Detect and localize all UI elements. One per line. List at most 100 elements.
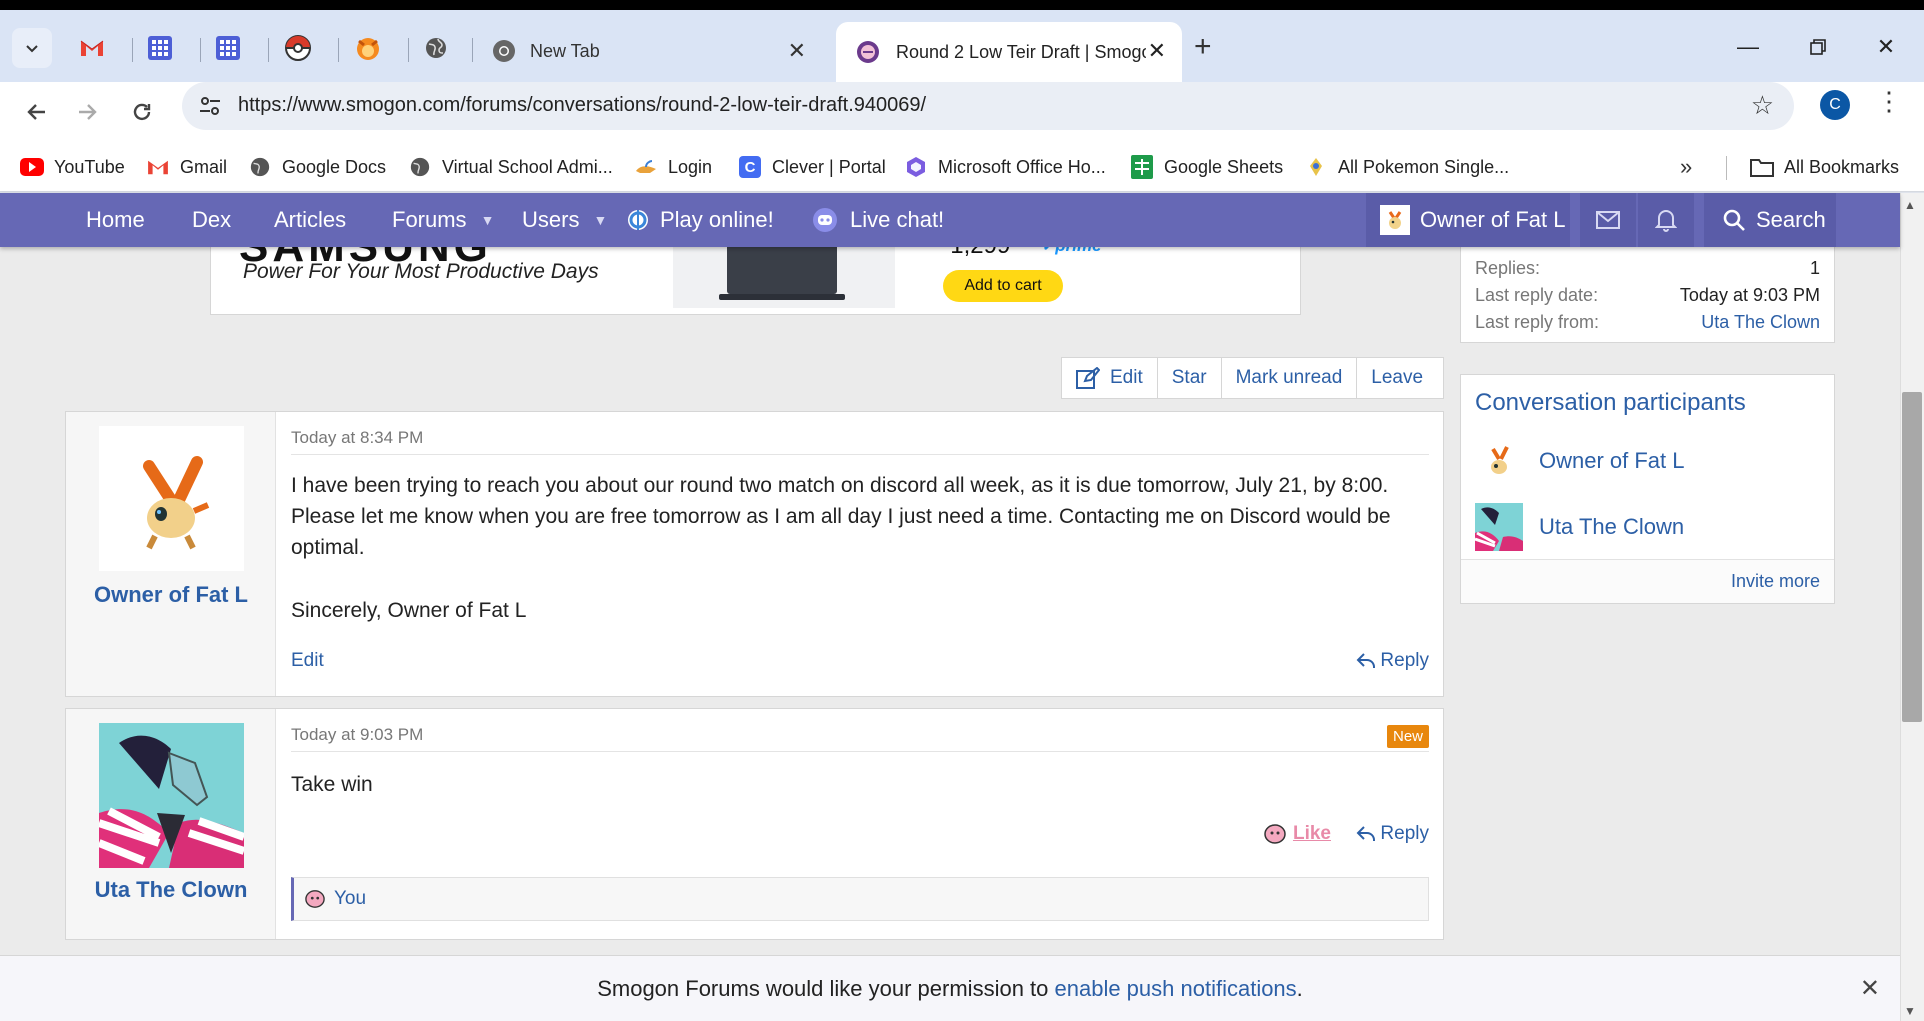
nav-users[interactable]: Users ▼ (522, 193, 607, 247)
nav-articles[interactable]: Articles (274, 193, 346, 247)
minimize-icon[interactable]: — (1728, 32, 1768, 62)
globe-icon (408, 155, 432, 179)
pokeball-icon (285, 35, 311, 61)
bookmark-virtual-school[interactable]: Virtual School Admi... (408, 150, 613, 184)
tab-separator (408, 38, 409, 62)
close-icon[interactable]: ✕ (1860, 974, 1880, 1003)
bookmark-all-bookmarks[interactable]: All Bookmarks (1750, 150, 1899, 184)
message-author[interactable]: Owner of Fat L (66, 582, 276, 608)
tab-separator (338, 38, 339, 62)
bookmark-login[interactable]: Login (634, 150, 712, 184)
participant-item[interactable]: Uta The Clown (1475, 503, 1684, 551)
like-reaction-icon (1264, 824, 1286, 844)
nav-alerts[interactable] (1638, 193, 1694, 247)
reactions-bar[interactable]: You (291, 877, 1429, 921)
restore-icon[interactable] (1798, 32, 1838, 62)
nav-home[interactable]: Home (86, 193, 145, 247)
star-button[interactable]: Star (1158, 358, 1222, 398)
message-date[interactable]: Today at 9:03 PM (291, 725, 423, 745)
edit-message-link[interactable]: Edit (291, 650, 324, 672)
add-to-cart-button[interactable]: Add to cart (943, 270, 1063, 302)
bookmark-label: All Pokemon Single... (1338, 156, 1510, 177)
scroll-up-icon[interactable]: ▲ (1904, 198, 1916, 212)
tab-fox[interactable] (350, 30, 386, 66)
bookmark-google-sheets[interactable]: Google Sheets (1130, 150, 1283, 184)
new-tab-plus-icon[interactable]: + (1194, 32, 1212, 62)
avatar[interactable] (99, 723, 244, 868)
scrollbar-thumb[interactable] (1902, 392, 1922, 722)
profile-avatar[interactable]: C (1820, 90, 1850, 120)
enable-push-link[interactable]: enable push notifications (1055, 976, 1297, 1002)
avatar[interactable] (99, 426, 244, 571)
tab-grid-app[interactable] (142, 30, 178, 66)
info-value[interactable]: Today at 9:03 PM (1680, 285, 1820, 306)
tab-gmail[interactable] (74, 30, 110, 66)
close-tab-icon[interactable]: ✕ (1148, 38, 1166, 64)
nav-live-chat[interactable]: Live chat! (812, 193, 944, 247)
close-tab-icon[interactable]: ✕ (788, 38, 806, 64)
nav-forums[interactable]: Forums ▼ (392, 193, 494, 247)
edit-icon (1076, 367, 1100, 389)
nav-user-account[interactable]: Owner of Fat L (1366, 193, 1570, 247)
message-date[interactable]: Today at 8:34 PM (291, 428, 423, 448)
user-avatar (1380, 205, 1410, 235)
caret-down-icon[interactable]: ▼ (481, 212, 495, 228)
bookmark-clever[interactable]: C Clever | Portal (738, 150, 886, 184)
info-value[interactable]: Uta The Clown (1701, 312, 1820, 333)
tab-active-conversation[interactable]: Round 2 Low Teir Draft | Smogon ✕ (836, 22, 1182, 82)
forward-arrow-icon[interactable] (68, 92, 108, 132)
office-icon (904, 155, 928, 179)
scroll-down-icon[interactable]: ▼ (1904, 1004, 1916, 1018)
nav-forums-label: Forums (392, 207, 467, 232)
message-user-column: Uta The Clown (66, 709, 276, 939)
nav-inbox[interactable] (1580, 193, 1636, 247)
edit-conversation-button[interactable]: Edit (1062, 358, 1158, 398)
clever-icon: C (738, 155, 762, 179)
nav-search[interactable]: Search (1704, 193, 1836, 247)
bookmark-label: Google Docs (282, 156, 387, 177)
chevron-double-right-icon[interactable]: » (1680, 154, 1692, 180)
reply-label: Reply (1380, 650, 1429, 671)
tab-search-button[interactable] (12, 28, 52, 68)
close-window-icon[interactable]: ✕ (1866, 32, 1906, 62)
invite-more-link[interactable]: Invite more (1461, 559, 1834, 603)
bookmark-youtube[interactable]: YouTube (20, 150, 125, 184)
bookmark-label: Clever | Portal (772, 156, 886, 177)
reply-button[interactable]: Reply (1356, 650, 1429, 672)
browser-toolbar: https://www.smogon.com/forums/conversati… (0, 82, 1924, 142)
bookmark-label: Virtual School Admi... (442, 156, 613, 177)
youtube-icon (20, 155, 44, 179)
nav-dex[interactable]: Dex (192, 193, 231, 247)
back-arrow-icon[interactable] (16, 92, 56, 132)
menu-kebab-icon[interactable]: ⋮ (1876, 86, 1902, 117)
like-button[interactable]: Like (1263, 823, 1331, 845)
bookmark-label: All Bookmarks (1784, 156, 1900, 177)
bookmarks-separator (1726, 156, 1727, 180)
leave-button[interactable]: Leave (1357, 358, 1437, 398)
site-settings-icon[interactable] (196, 92, 224, 120)
bookmark-all-pokemon[interactable]: All Pokemon Single... (1304, 150, 1509, 184)
invite-more-label: Invite more (1730, 571, 1820, 591)
bookmark-star-icon[interactable]: ☆ (1751, 90, 1774, 121)
address-bar[interactable]: https://www.smogon.com/forums/conversati… (182, 82, 1794, 130)
reload-icon[interactable] (122, 92, 162, 132)
gmail-icon (146, 155, 170, 179)
participant-item[interactable]: Owner of Fat L (1475, 437, 1685, 485)
advertisement-banner[interactable]: SAMSUNG Power For Your Most Productive D… (210, 247, 1301, 315)
like-reaction-icon (305, 890, 325, 908)
bookmark-google-docs[interactable]: Google Docs (248, 150, 386, 184)
reply-button[interactable]: Reply (1356, 823, 1429, 845)
tab-pokeball[interactable] (280, 30, 316, 66)
tab-new-tab[interactable]: New Tab ✕ (484, 24, 824, 78)
bookmark-office[interactable]: Microsoft Office Ho... (904, 150, 1106, 184)
mark-unread-button[interactable]: Mark unread (1222, 358, 1358, 398)
message-author[interactable]: Uta The Clown (66, 877, 276, 903)
bookmark-gmail[interactable]: Gmail (146, 150, 227, 184)
nav-play-online[interactable]: Play online! (626, 193, 774, 247)
caret-down-icon[interactable]: ▼ (593, 212, 607, 228)
tab-globe[interactable] (418, 30, 454, 66)
reactions-users[interactable]: You (334, 888, 366, 910)
tab-grid-app-2[interactable] (210, 30, 246, 66)
chevron-down-icon (26, 45, 38, 53)
info-label: Last reply date: (1475, 285, 1599, 305)
